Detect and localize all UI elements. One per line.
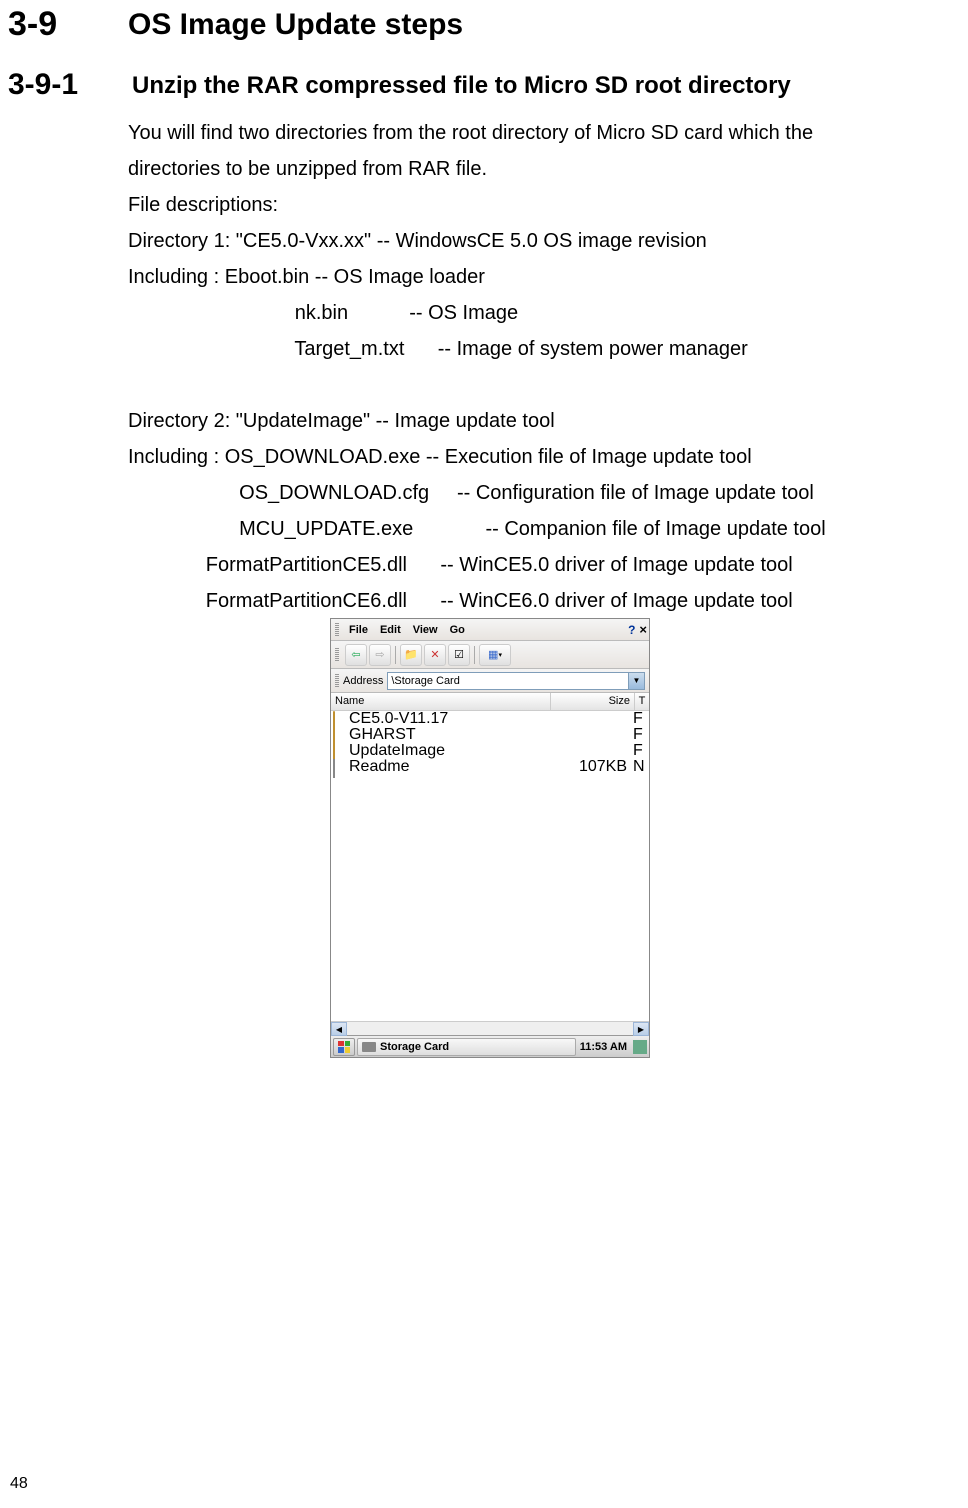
forward-button[interactable]: ⇨ xyxy=(369,644,391,666)
addressbar: Address \Storage Card ▼ xyxy=(331,669,649,693)
taskbar-item-label: Storage Card xyxy=(380,1041,449,1053)
section-number-1: 3-9 xyxy=(8,5,57,44)
windows-flag-icon xyxy=(338,1041,350,1053)
toolbar-separator xyxy=(474,646,475,664)
column-type[interactable]: T xyxy=(635,693,649,710)
storage-card-icon xyxy=(362,1042,376,1052)
menu-go[interactable]: Go xyxy=(444,622,471,638)
folder-icon xyxy=(333,712,347,726)
list-item[interactable]: GHARST F xyxy=(331,727,649,743)
taskbar: Storage Card 11:53 AM xyxy=(331,1035,649,1057)
menu-edit[interactable]: Edit xyxy=(374,622,407,638)
up-button[interactable]: 📁 xyxy=(400,644,422,666)
file-size: 107KB xyxy=(565,758,633,776)
page-number: 48 xyxy=(10,1475,28,1493)
list-item[interactable]: UpdateImage F xyxy=(331,743,649,759)
document-icon xyxy=(333,760,347,774)
scroll-right-icon[interactable]: ▶ xyxy=(633,1022,649,1036)
address-dropdown-icon[interactable]: ▼ xyxy=(629,672,645,690)
list-item[interactable]: Readme 107KB N xyxy=(331,759,649,775)
menubar: File Edit View Go ? × xyxy=(331,619,649,641)
toolbar-grip-icon xyxy=(335,648,339,662)
address-input[interactable]: \Storage Card xyxy=(387,672,629,690)
back-button[interactable]: ⇦ xyxy=(345,644,367,666)
body-line: FormatPartitionCE5.dll -- WinCE5.0 drive… xyxy=(128,547,948,583)
body-line: Directory 1: "CE5.0-Vxx.xx" -- WindowsCE… xyxy=(128,223,948,259)
body-line xyxy=(128,367,948,403)
tray-icon[interactable] xyxy=(633,1040,647,1054)
view-mode-button[interactable]: ▦▾ xyxy=(479,644,511,666)
properties-button[interactable]: ☑ xyxy=(448,644,470,666)
delete-button[interactable]: ✕ xyxy=(424,644,446,666)
body-line: Target_m.txt -- Image of system power ma… xyxy=(128,331,948,367)
addressbar-grip-icon xyxy=(335,674,339,688)
scroll-left-icon[interactable]: ◀ xyxy=(331,1022,347,1036)
body-line: nk.bin -- OS Image xyxy=(128,295,948,331)
list-item[interactable]: CE5.0-V11.17 F xyxy=(331,711,649,727)
body-line: FormatPartitionCE6.dll -- WinCE6.0 drive… xyxy=(128,583,948,619)
body-line: File descriptions: xyxy=(128,187,948,223)
menubar-grip-icon xyxy=(335,623,339,637)
address-label: Address xyxy=(343,675,383,687)
column-size[interactable]: Size xyxy=(551,693,635,710)
body-line: MCU_UPDATE.exe -- Companion file of Imag… xyxy=(128,511,948,547)
folder-icon xyxy=(333,744,347,758)
folder-icon xyxy=(333,728,347,742)
file-list-header: Name Size T xyxy=(331,693,649,711)
horizontal-scrollbar[interactable]: ◀ ▶ xyxy=(331,1021,649,1035)
clock[interactable]: 11:53 AM xyxy=(576,1041,631,1053)
taskbar-item[interactable]: Storage Card xyxy=(357,1038,576,1056)
scroll-track[interactable] xyxy=(347,1022,633,1035)
toolbar: ⇦ ⇨ 📁 ✕ ☑ ▦▾ xyxy=(331,641,649,669)
file-name: Readme xyxy=(349,758,565,776)
section-title-1: OS Image Update steps xyxy=(128,8,463,42)
section-number-2: 3-9-1 xyxy=(8,68,78,102)
close-icon[interactable]: × xyxy=(639,622,647,637)
body-line: directories to be unzipped from RAR file… xyxy=(128,151,948,187)
body-line: Directory 2: "UpdateImage" -- Image upda… xyxy=(128,403,948,439)
column-name[interactable]: Name xyxy=(331,693,551,710)
file-list: CE5.0-V11.17 F GHARST F UpdateImage F Re… xyxy=(331,711,649,1021)
help-icon[interactable]: ? xyxy=(628,623,635,637)
explorer-window: File Edit View Go ? × ⇦ ⇨ 📁 ✕ ☑ ▦▾ Addre… xyxy=(330,618,650,1058)
body-line: Including : OS_DOWNLOAD.exe -- Execution… xyxy=(128,439,948,475)
toolbar-separator xyxy=(395,646,396,664)
start-button[interactable] xyxy=(333,1038,355,1056)
body-line: OS_DOWNLOAD.cfg -- Configuration file of… xyxy=(128,475,948,511)
body-line: Including : Eboot.bin -- OS Image loader xyxy=(128,259,948,295)
section-title-2: Unzip the RAR compressed file to Micro S… xyxy=(132,72,791,100)
menu-view[interactable]: View xyxy=(407,622,444,638)
file-type: N xyxy=(633,758,647,776)
menu-file[interactable]: File xyxy=(343,622,374,638)
body-text: You will find two directories from the r… xyxy=(128,115,948,619)
body-line: You will find two directories from the r… xyxy=(128,115,948,151)
